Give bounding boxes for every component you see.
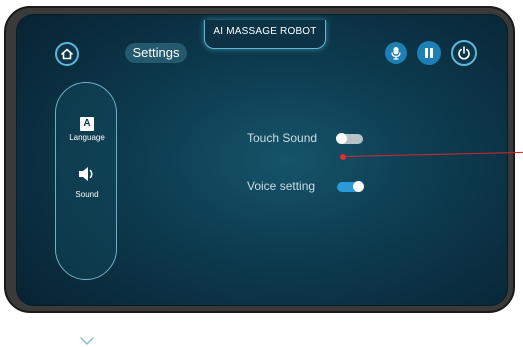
sidebar-item-label: Language — [69, 133, 105, 142]
home-button[interactable] — [55, 42, 79, 66]
touch-sound-label: Touch Sound — [247, 131, 318, 145]
home-icon — [61, 48, 73, 60]
language-icon: A — [80, 117, 94, 131]
touch-sound-toggle[interactable] — [336, 133, 363, 144]
voice-setting-toggle[interactable] — [337, 181, 364, 192]
sidebar-item-sound[interactable]: Sound — [56, 165, 118, 199]
pause-icon — [425, 48, 433, 58]
toggle-knob — [353, 181, 364, 192]
pause-button[interactable] — [417, 41, 441, 65]
chevron-down-icon[interactable] — [79, 335, 95, 347]
voice-setting-label: Voice setting — [247, 179, 316, 193]
toggle-knob — [336, 133, 347, 144]
sidebar-item-language[interactable]: A Language — [56, 113, 118, 142]
app-title: AI MASSAGE ROBOT — [204, 20, 326, 49]
mic-button[interactable] — [385, 42, 407, 64]
sidebar: A Language Sound — [55, 82, 118, 345]
sidebar-item-label: Sound — [75, 190, 99, 199]
microphone-icon — [391, 47, 401, 60]
power-icon — [458, 46, 470, 60]
annotation-dot — [340, 154, 346, 160]
speaker-icon — [79, 167, 93, 181]
power-button[interactable] — [451, 40, 477, 66]
settings-button[interactable]: Settings — [125, 43, 187, 63]
